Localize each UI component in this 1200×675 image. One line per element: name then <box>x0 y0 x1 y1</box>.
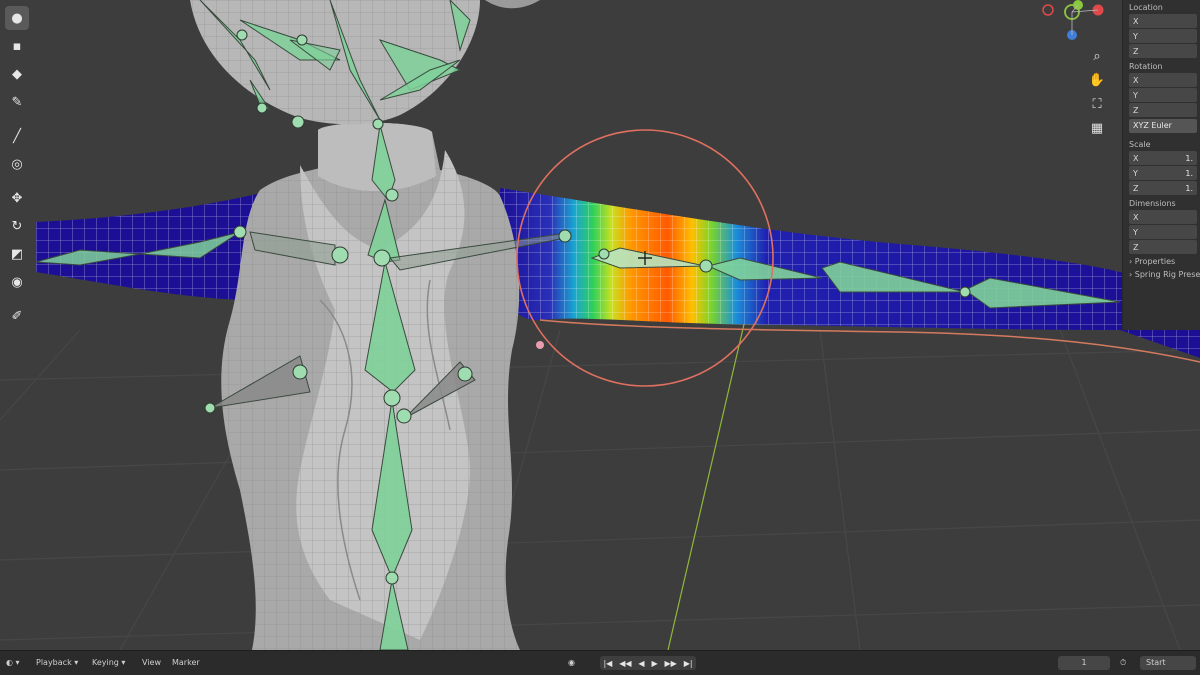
axis-label: X <box>1133 75 1139 85</box>
jump-keyframe-forward-button[interactable]: ▶▶ <box>664 659 676 668</box>
axis-label: X <box>1133 16 1139 26</box>
view-menu[interactable]: View <box>142 657 161 669</box>
preview-range-icon[interactable]: ⏱ <box>1120 657 1126 669</box>
gizmo-x-negative[interactable] <box>1042 4 1054 16</box>
properties-sidebar: Location XYZ Rotation XYZ XYZ Euler Scal… <box>1122 0 1200 330</box>
rotation-x-field[interactable]: X <box>1129 73 1197 87</box>
dimensions-x-field[interactable]: X <box>1129 210 1197 224</box>
navigation-controls: ⌕ ✋ ⛶ ▦ <box>1086 44 1108 140</box>
scale-header: Scale <box>1129 140 1151 149</box>
editor-type-clock-icon[interactable]: ◐ ▾ <box>6 657 20 669</box>
move-icon[interactable]: ✥ <box>5 186 29 210</box>
axis-value: 1. <box>1185 153 1193 163</box>
left-arm-mesh <box>36 192 265 300</box>
perspective-grid-icon[interactable]: ▦ <box>1087 118 1107 138</box>
rotation-header: Rotation <box>1129 62 1163 71</box>
zoom-icon[interactable]: ⌕ <box>1087 46 1107 66</box>
rotate-icon[interactable]: ↻ <box>5 214 29 238</box>
playback-menu[interactable]: Playback ▾ <box>36 657 78 669</box>
head-mesh <box>190 0 540 125</box>
axis-label: Y <box>1133 90 1138 100</box>
brush-average-icon[interactable]: ◆ <box>5 62 29 86</box>
axis-label: X <box>1133 153 1139 163</box>
play-button[interactable]: ▶ <box>651 659 657 668</box>
axis-label: Y <box>1133 227 1138 237</box>
brush-smear-icon[interactable]: ✎ <box>5 90 29 114</box>
navigation-gizmo[interactable] <box>1032 0 1112 40</box>
brush-blur-icon[interactable]: ▪ <box>5 34 29 58</box>
dimensions-y-field[interactable]: Y <box>1129 225 1197 239</box>
rotation-y-field[interactable]: Y <box>1129 88 1197 102</box>
scale-fields: X 1. Y 1. Z 1. <box>1123 151 1200 195</box>
location-fields: XYZ <box>1123 14 1200 58</box>
dimensions-z-field[interactable]: Z <box>1129 240 1197 254</box>
start-frame-field[interactable]: Start <box>1140 656 1196 670</box>
sample-weight-icon[interactable]: ◎ <box>5 152 29 176</box>
scale-icon[interactable]: ◩ <box>5 242 29 266</box>
shoulder-vertex-marker <box>536 341 544 349</box>
scene-render <box>0 0 1200 650</box>
rotation-mode-select[interactable]: XYZ Euler <box>1129 119 1197 133</box>
scale-x-field[interactable]: X 1. <box>1129 151 1197 165</box>
location-z-field[interactable]: Z <box>1129 44 1197 58</box>
blender-window: ● ▪ ◆ ✎ ╱ ◎ ✥ ↻ ◩ ◉ ✐ ⌕ ✋ ⛶ ▦ Location XYZ Rotation X… <box>0 0 1200 675</box>
axis-value: 1. <box>1185 183 1193 193</box>
transform-icon[interactable]: ◉ <box>5 270 29 294</box>
annotate-icon[interactable]: ✐ <box>5 304 29 328</box>
jump-end-button[interactable]: ▶| <box>684 659 693 668</box>
axis-label: Z <box>1133 242 1139 252</box>
pan-hand-icon[interactable]: ✋ <box>1087 70 1107 90</box>
location-header: Location <box>1129 3 1163 12</box>
dimensions-header: Dimensions <box>1129 199 1176 208</box>
rotation-fields: XYZ <box>1123 73 1200 117</box>
axis-label: Z <box>1133 183 1139 193</box>
keying-menu[interactable]: Keying ▾ <box>92 657 125 669</box>
marker-menu[interactable]: Marker <box>172 657 200 669</box>
scale-z-field[interactable]: Z 1. <box>1129 181 1197 195</box>
playback-controls: |◀ ◀◀ ◀ ▶ ▶▶ ▶| <box>600 656 696 670</box>
auto-keying-record-icon[interactable]: ◉ <box>568 657 575 669</box>
axis-label: Z <box>1133 105 1139 115</box>
jump-keyframe-back-button[interactable]: ◀◀ <box>619 659 631 668</box>
properties-subpanel[interactable]: › Properties <box>1123 255 1200 268</box>
tool-shelf: ● ▪ ◆ ✎ ╱ ◎ ✥ ↻ ◩ ◉ ✐ <box>4 4 30 330</box>
current-frame-field[interactable]: 1 <box>1058 656 1110 670</box>
axis-label: Y <box>1133 168 1138 178</box>
scale-y-field[interactable]: Y 1. <box>1129 166 1197 180</box>
axis-value: 1. <box>1185 168 1193 178</box>
brush-draw-icon[interactable]: ● <box>5 6 29 30</box>
location-x-field[interactable]: X <box>1129 14 1197 28</box>
dimensions-fields: XYZ <box>1123 210 1200 254</box>
axis-label: X <box>1133 212 1139 222</box>
jump-start-button[interactable]: |◀ <box>603 659 612 668</box>
axis-label: Y <box>1133 31 1138 41</box>
axis-label: Z <box>1133 46 1139 56</box>
3d-viewport[interactable]: ● ▪ ◆ ✎ ╱ ◎ ✥ ↻ ◩ ◉ ✐ ⌕ ✋ ⛶ ▦ Location XYZ Rotation X… <box>0 0 1200 650</box>
play-reverse-button[interactable]: ◀ <box>638 659 644 668</box>
spring-rig-subpanel[interactable]: › Spring Rig Prese <box>1123 268 1200 281</box>
gradient-icon[interactable]: ╱ <box>5 124 29 148</box>
location-y-field[interactable]: Y <box>1129 29 1197 43</box>
rotation-z-field[interactable]: Z <box>1129 103 1197 117</box>
timeline-header: ◐ ▾ Playback ▾ Keying ▾ View Marker ◉ |◀… <box>0 650 1200 675</box>
camera-view-icon[interactable]: ⛶ <box>1087 94 1107 114</box>
